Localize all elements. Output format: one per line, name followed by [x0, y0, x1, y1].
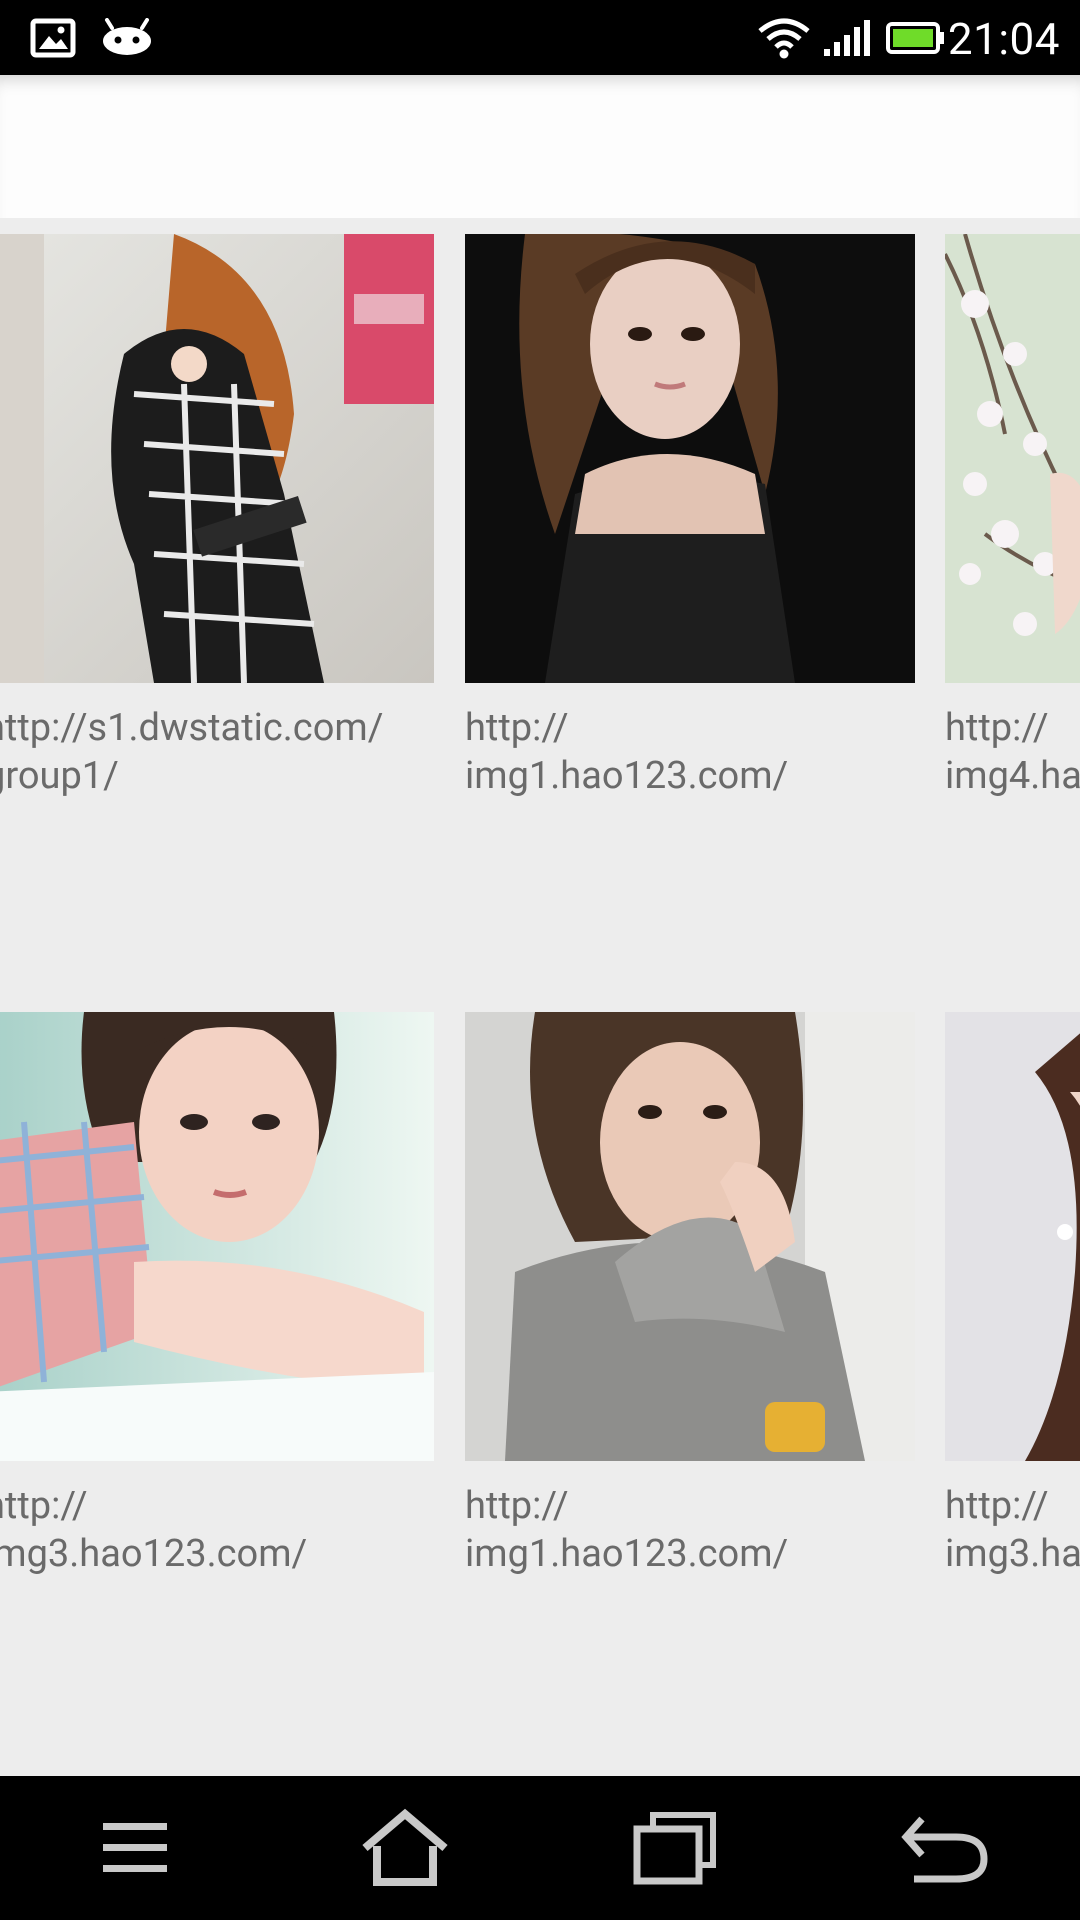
- menu-button[interactable]: [0, 1776, 270, 1920]
- signal-icon: [822, 0, 872, 75]
- image-url-caption: http://s1.dwstatic.com/ group1/: [0, 706, 384, 798]
- gallery-notification-icon: [30, 0, 76, 75]
- menu-icon: [103, 1823, 167, 1872]
- grid-item[interactable]: http:// img3.ha: [945, 1012, 1080, 1576]
- image-url-caption: http:// img1.hao123.com/: [465, 1484, 789, 1576]
- battery-level: [893, 28, 933, 47]
- wifi-icon: [758, 0, 810, 75]
- grid-item[interactable]: http:// img1.hao123.com/: [465, 234, 915, 798]
- battery-icon: [886, 0, 946, 75]
- recent-apps-button[interactable]: [540, 1776, 810, 1920]
- woman-black-top-photo[interactable]: [465, 234, 915, 683]
- woman-long-hair-photo[interactable]: [945, 1012, 1080, 1461]
- status-bar: 21:04: [0, 0, 1080, 75]
- header-area: [0, 75, 1080, 218]
- home-icon: [362, 1808, 448, 1886]
- back-icon: [901, 1816, 988, 1883]
- grid-item[interactable]: http:// img4.ha: [945, 234, 1080, 798]
- back-button[interactable]: [810, 1776, 1080, 1920]
- cherry-blossom-photo[interactable]: [945, 234, 1080, 683]
- grid-item[interactable]: http://s1.dwstatic.com/ group1/: [0, 234, 434, 798]
- woman-plaid-dress-photo[interactable]: [0, 234, 434, 683]
- home-button[interactable]: [270, 1776, 540, 1920]
- image-url-caption: http:// img3.ha: [945, 1484, 1080, 1576]
- clock-time: 21:04: [947, 13, 1060, 65]
- navigation-bar: [0, 1776, 1080, 1920]
- image-url-caption: http:// img1.hao123.com/: [465, 706, 789, 798]
- woman-grey-tshirt-photo[interactable]: [465, 1012, 915, 1461]
- image-url-caption: http:// img3.hao123.com/: [0, 1484, 308, 1576]
- grid-item[interactable]: http:// img1.hao123.com/: [465, 1012, 915, 1576]
- image-url-caption: http:// img4.ha: [945, 706, 1080, 798]
- image-grid[interactable]: http://s1.dwstatic.com/ group1/ http:// …: [0, 218, 1080, 1776]
- recent-apps-icon: [633, 1812, 716, 1885]
- android-notification-icon: [100, 0, 154, 75]
- woman-folded-arms-photo[interactable]: [0, 1012, 434, 1461]
- grid-item[interactable]: http:// img3.hao123.com/: [0, 1012, 434, 1576]
